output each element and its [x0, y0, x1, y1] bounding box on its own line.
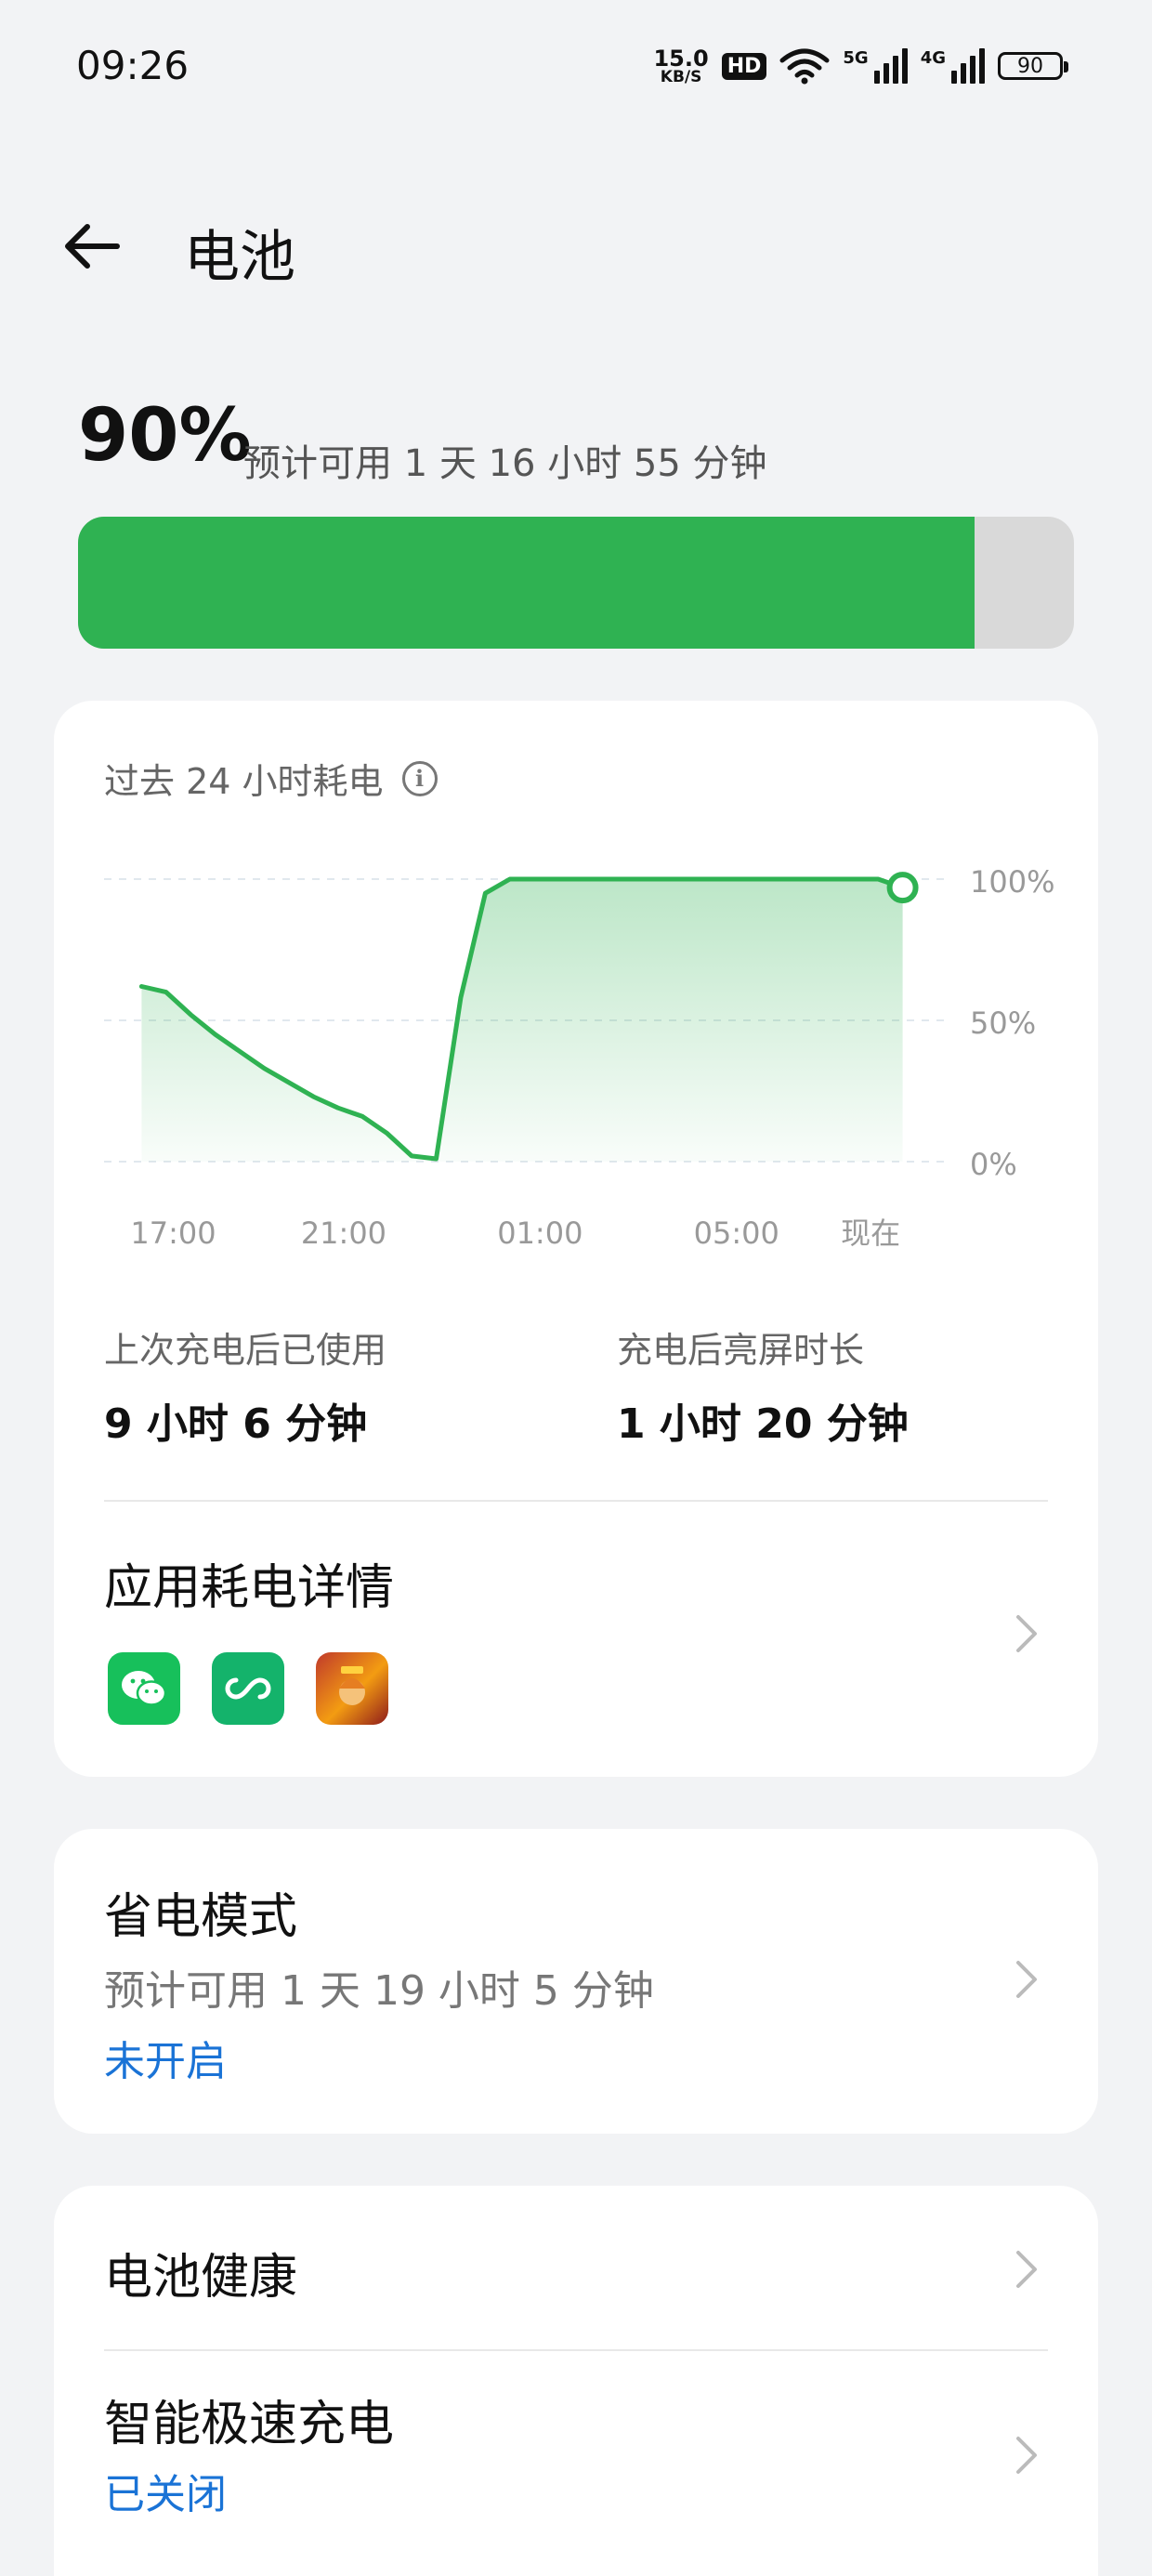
power-saving-estimate: 预计可用 1 天 19 小时 5 分钟 [104, 1967, 654, 2015]
hd-voice-icon: HD [721, 52, 767, 80]
signal-4g-icon: 4G [921, 48, 985, 84]
chevron-right-icon [1016, 1615, 1037, 1652]
stat-screen-on-value: 1 小时 20 分钟 [617, 1400, 909, 1448]
signal-5g-label: 5G [843, 48, 869, 68]
battery-usage-card: 过去 24 小时耗电 i 100% 50% 0% 17:00 21:00 01:00 05:… [54, 701, 1098, 1777]
chart-x-tick-label: 21:00 [301, 1216, 386, 1251]
chart-y-tick-label: 0% [970, 1147, 1017, 1182]
power-saving-status: 未开启 [104, 2038, 227, 2085]
app-usage-row[interactable]: 应用耗电详情 [54, 1502, 1098, 1777]
battery-level-bar [78, 517, 1074, 649]
battery-usage-chart: 100% 50% 0% 17:00 21:00 01:00 05:00 现在 [104, 864, 1054, 1251]
chart-current-point [886, 872, 919, 904]
battery-health-title: 电池健康 [104, 2250, 298, 2306]
chart-y-tick-label: 100% [970, 864, 1054, 900]
stat-screen-on-label: 充电后亮屏时长 [617, 1330, 865, 1371]
battery-estimate: 预计可用 1 天 16 小时 55 分钟 [243, 442, 767, 485]
status-time: 09:26 [76, 43, 190, 88]
chevron-right-icon [1016, 1961, 1037, 1998]
game-app-icon [316, 1652, 388, 1725]
app-usage-title: 应用耗电详情 [104, 1560, 395, 1616]
fast-charge-status: 已关闭 [104, 2471, 227, 2518]
status-icons: 15.0 KB/S HD 5G 4G 90 [653, 41, 1068, 91]
signal-5g-icon: 5G [843, 48, 908, 84]
network-speed: 15.0 KB/S [653, 47, 708, 85]
chart-y-tick-label: 50% [970, 1005, 1036, 1041]
battery-percent: 90% [78, 394, 252, 478]
page-title: 电池 [184, 225, 295, 290]
battery-level-fill [78, 517, 975, 649]
chart-x-tick-label: 现在 [841, 1216, 900, 1251]
chart-x-tick-label: 17:00 [130, 1216, 216, 1251]
network-speed-value: 15.0 [653, 45, 709, 72]
status-bar: 09:26 15.0 KB/S HD 5G 4G 90 [0, 0, 1152, 139]
power-saving-card[interactable]: 省电模式 预计可用 1 天 19 小时 5 分钟 未开启 [54, 1829, 1098, 2134]
app-icon-list [108, 1652, 388, 1725]
chart-x-tick-label: 05:00 [694, 1216, 779, 1251]
stat-used-since-charge-label: 上次充电后已使用 [104, 1330, 387, 1371]
infinity-app-icon [212, 1652, 284, 1725]
wifi-icon [779, 48, 830, 85]
signal-4g-label: 4G [920, 48, 946, 68]
network-speed-unit: KB/S [660, 67, 702, 86]
wechat-icon [108, 1652, 180, 1725]
chevron-right-icon [1016, 2437, 1037, 2474]
power-saving-title: 省电模式 [104, 1889, 298, 1945]
battery-settings-card: 电池健康 智能极速充电 已关闭 [54, 2186, 1098, 2576]
arrow-left-icon[interactable] [59, 214, 124, 279]
chevron-right-icon [1016, 2251, 1037, 2288]
stat-used-since-charge-value: 9 小时 6 分钟 [104, 1400, 368, 1448]
fast-charge-title: 智能极速充电 [104, 2397, 395, 2452]
battery-icon-level: 90 [1017, 54, 1043, 78]
chart-x-tick-label: 01:00 [497, 1216, 583, 1251]
fast-charge-row[interactable]: 智能极速充电 已关闭 [54, 2351, 1098, 2576]
battery-health-row[interactable]: 电池健康 [54, 2186, 1098, 2349]
battery-icon: 90 [998, 52, 1068, 80]
